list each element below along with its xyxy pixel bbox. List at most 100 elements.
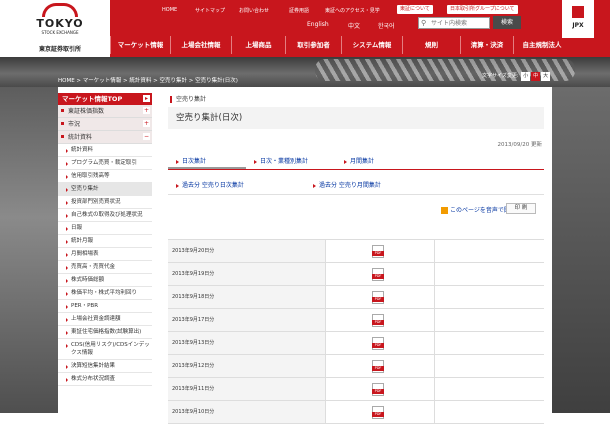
pdf-icon[interactable]: PDF <box>372 268 384 281</box>
logo-arc-icon <box>42 3 78 17</box>
sidebar-item-list: 統計資料 プログラム売買・裁定取引 信用取引残高等 空売り集計 投資部門別売買状況 自己株… <box>58 144 152 386</box>
empty-cell <box>435 401 544 423</box>
nav-listed-companies[interactable]: 上場会社情報 <box>170 36 231 54</box>
sidebar-item[interactable]: プログラム売買・裁定取引 <box>58 157 152 170</box>
arrow-right-icon <box>176 184 179 188</box>
pdf-cell: PDF <box>326 378 435 400</box>
sidebar-section-topix[interactable]: 東証株価指数 + <box>58 105 152 118</box>
print-button[interactable]: 印 刷 <box>506 203 536 214</box>
sidebar-item[interactable]: 株価平均・株式平均利回り <box>58 287 152 300</box>
sidebar-item[interactable]: 東証住宅価格指数(試験算出) <box>58 326 152 339</box>
top-link-home[interactable]: HOME <box>162 7 177 13</box>
sidebar-item[interactable]: 空売り集計 <box>58 183 152 196</box>
sidebar-item[interactable]: 自己株式の取得及び処理状況 <box>58 209 152 222</box>
nav-trading-participants[interactable]: 取引参加者 <box>285 36 341 54</box>
nav-rules[interactable]: 規則 <box>402 36 460 54</box>
row-date: 2013年9月17日分 <box>168 309 326 331</box>
arrow-right-icon <box>66 331 68 335</box>
search-button[interactable]: 検索 <box>493 16 521 29</box>
lang-chinese[interactable]: 中文 <box>348 21 360 30</box>
sidebar-item[interactable]: 統計月報 <box>58 235 152 248</box>
tab-monthly[interactable]: 月間集計 <box>336 153 416 169</box>
row-date: 2013年9月18日分 <box>168 286 326 308</box>
nav-market-info[interactable]: マーケット情報 <box>110 36 170 54</box>
main-nav: マーケット情報 上場会社情報 上場商品 取引参加者 システム情報 規則 清算・決… <box>110 36 610 54</box>
sidebar-item-label: 決算短信集計結果 <box>71 363 116 369</box>
subtab-label: 過去分 空売り月間集計 <box>319 182 381 189</box>
nav-clearing[interactable]: 清算・決済 <box>460 36 513 54</box>
empty-cell <box>435 378 544 400</box>
sidebar-item[interactable]: 決算短信集計結果 <box>58 360 152 373</box>
sidebar-item-label: 売買高・売買代金 <box>71 264 116 270</box>
site-header: TOKYO STOCK EXCHANGE 東京証券取引所 HOME サイトマップ… <box>0 0 610 57</box>
pdf-icon[interactable]: PDF <box>372 291 384 304</box>
font-size-medium[interactable]: 中 <box>531 72 541 81</box>
jpx-logo[interactable]: JPX <box>562 0 594 38</box>
listen-link[interactable]: このページを音声で聞く <box>441 205 516 214</box>
subtab-label: 過去分 空売り日次集計 <box>182 182 244 189</box>
sidebar-item[interactable]: 株式時価総額 <box>58 274 152 287</box>
pdf-icon[interactable]: PDF <box>372 337 384 350</box>
row-date: 2013年9月10日分 <box>168 401 326 423</box>
tab-label: 日次集計 <box>182 158 207 165</box>
sidebar-item[interactable]: PER・PBR <box>58 300 152 313</box>
collapse-icon: − <box>143 133 150 140</box>
top-link-access[interactable]: 東証へのアクセス・見学 <box>325 7 380 14</box>
arrow-right-icon: ▸ <box>143 95 150 102</box>
jpx-text: JPX <box>572 22 584 29</box>
expand-icon: + <box>143 107 150 114</box>
pdf-label: PDF <box>372 251 384 256</box>
sidebar-top-label: マーケット情報TOP <box>62 95 123 103</box>
about-jpx-button[interactable]: 日本取引所グループについて <box>447 5 518 14</box>
sidebar-item[interactable]: 信用取引残高等 <box>58 170 152 183</box>
pdf-icon[interactable]: PDF <box>372 245 384 258</box>
font-size-large[interactable]: 大 <box>541 72 551 81</box>
sidebar-item[interactable]: 月間相場表 <box>58 248 152 261</box>
sidebar-item[interactable]: 統計資料 <box>58 144 152 157</box>
pdf-icon[interactable]: PDF <box>372 360 384 373</box>
sidebar-item[interactable]: 日報 <box>58 222 152 235</box>
search-icon: ⚲ <box>421 19 427 27</box>
search-input[interactable] <box>419 18 489 28</box>
sidebar-item-label: 株価平均・株式平均利回り <box>71 290 138 296</box>
row-date: 2013年9月19日分 <box>168 263 326 285</box>
empty-cell <box>435 332 544 354</box>
tse-logo[interactable]: TOKYO STOCK EXCHANGE 東京証券取引所 <box>0 0 110 57</box>
about-tse-button[interactable]: 東証について <box>397 5 433 14</box>
sidebar-item[interactable]: 株式分布状況調査 <box>58 373 152 386</box>
arrow-right-icon <box>66 149 68 153</box>
breadcrumb[interactable]: HOME > マーケット情報 > 統計資料 > 空売り集計 > 空売り集計(日次… <box>58 76 238 84</box>
nav-self-regulation[interactable]: 自主規制法人 <box>513 36 570 54</box>
font-size-small[interactable]: 小 <box>521 72 531 81</box>
sidebar-item[interactable]: 売買高・売買代金 <box>58 261 152 274</box>
pdf-label: PDF <box>372 389 384 394</box>
tab-daily[interactable]: 日次集計 <box>168 153 246 169</box>
nav-system-info[interactable]: システム情報 <box>341 36 402 54</box>
subtab-past-monthly[interactable]: 過去分 空売り月間集計 <box>305 178 425 194</box>
top-link-glossary[interactable]: 証券用語 <box>289 7 309 14</box>
expand-icon: + <box>143 120 150 127</box>
sidebar-item[interactable]: 上場会社資金調達額 <box>58 313 152 326</box>
arrow-right-icon <box>66 292 68 296</box>
pdf-icon[interactable]: PDF <box>372 383 384 396</box>
arrow-right-icon <box>66 188 68 192</box>
nav-listed-products[interactable]: 上場商品 <box>231 36 285 54</box>
pdf-label: PDF <box>372 320 384 325</box>
sidebar: マーケット情報TOP ▸ 東証株価指数 + 市況 + 統計資料 − 統計資料 プロ… <box>58 93 152 413</box>
sidebar-item[interactable]: 投資部門別売買状況 <box>58 196 152 209</box>
sidebar-section-market[interactable]: 市況 + <box>58 118 152 131</box>
subtab-past-daily[interactable]: 過去分 空売り日次集計 <box>168 178 305 194</box>
lang-korean[interactable]: 한국어 <box>378 21 395 30</box>
pdf-cell: PDF <box>326 309 435 331</box>
sidebar-market-top[interactable]: マーケット情報TOP ▸ <box>58 93 152 105</box>
pdf-cell: PDF <box>326 332 435 354</box>
tab-daily-sector[interactable]: 日次・業種別集計 <box>246 153 336 169</box>
empty-cell <box>435 286 544 308</box>
sidebar-section-statistics[interactable]: 統計資料 − <box>58 131 152 144</box>
pdf-icon[interactable]: PDF <box>372 314 384 327</box>
top-link-contact[interactable]: お問い合わせ <box>239 7 269 14</box>
sidebar-item-label: PER・PBR <box>71 303 99 309</box>
top-link-sitemap[interactable]: サイトマップ <box>195 7 225 14</box>
sidebar-item[interactable]: CDS(信用リスク)/CDSインデックス情報 <box>58 339 152 360</box>
lang-english[interactable]: English <box>307 21 329 28</box>
